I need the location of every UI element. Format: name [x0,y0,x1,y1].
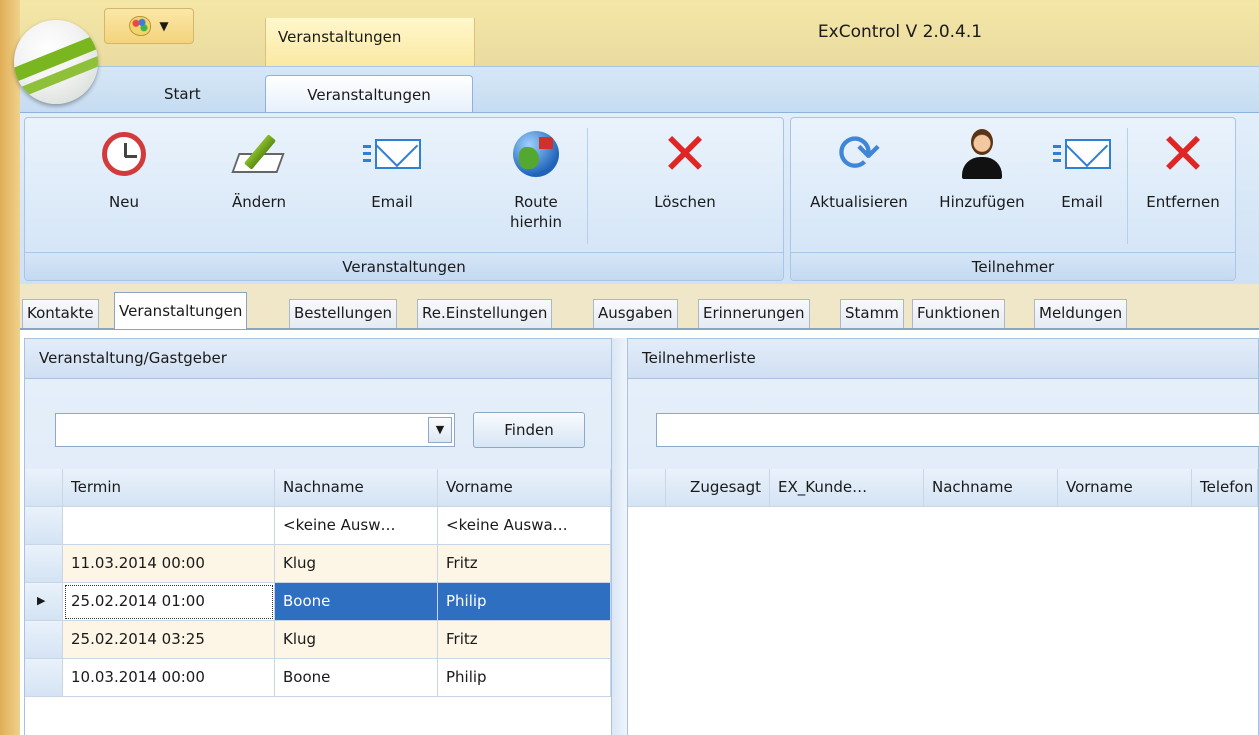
refresh-participants-button[interactable]: ⟳ Aktualisieren [797,128,921,212]
context-tab-header: Veranstaltungen [265,18,475,66]
window-left-border [0,0,20,735]
palette-icon [129,16,152,36]
tab-stamm[interactable]: Stamm [840,299,904,329]
tab-bestellungen[interactable]: Bestellungen [289,299,398,329]
person-add-icon [962,129,1002,179]
ribbon-group-veranstaltungen: Neu Ändern Email Route hierhin ✕ Löschen… [24,117,784,281]
cell-vorname[interactable]: Philip [438,583,611,621]
row-selector[interactable] [25,507,63,545]
ribbon-tab-veranstaltungen[interactable]: Veranstaltungen [265,75,473,113]
refresh-icon: ⟳ [837,124,881,184]
filter-cell-termin[interactable] [63,507,275,545]
cell-termin[interactable]: 10.03.2014 00:00 [63,659,275,697]
filter-cell-vorname[interactable]: <keine Auswa… [438,507,611,545]
delete-icon: ✕ [660,120,710,188]
delete-event-button[interactable]: ✕ Löschen [635,120,735,212]
cell-termin[interactable]: 25.02.2014 03:25 [63,621,275,659]
quick-access-toolbar[interactable]: ▼ [104,8,194,44]
cell-vorname[interactable]: Fritz [438,621,611,659]
add-participant-button[interactable]: Hinzufügen [927,128,1037,212]
ribbon-group-label: Teilnehmer [791,252,1235,280]
column-header-ex-kunde[interactable]: EX_Kunde… [770,469,924,507]
participant-panel: Teilnehmerliste Zugesagt EX_Kunde… Nachn… [627,338,1259,735]
ribbon-separator [587,128,588,244]
cell-termin[interactable]: 11.03.2014 00:00 [63,545,275,583]
chevron-down-icon[interactable]: ▼ [159,19,168,33]
ribbon-tab-start[interactable]: Start [142,75,223,113]
cell-termin[interactable]: 25.02.2014 01:00 [63,583,275,621]
column-header-nachname[interactable]: Nachname [924,469,1058,507]
row-selector[interactable] [25,621,63,659]
tab-re-einstellungen[interactable]: Re.Einstellungen [417,299,553,329]
route-here-button[interactable]: Route hierhin [491,128,581,232]
tab-content: Veranstaltung/Gastgeber ▼ Finden Termin … [20,330,1259,735]
panel-splitter[interactable] [612,338,627,735]
column-header-telefon[interactable]: Telefon [1192,469,1258,507]
window-title: ExControl V 2.0.4.1 [817,22,983,42]
tab-funktionen[interactable]: Funktionen [912,299,1005,329]
alarm-clock-icon [102,132,146,176]
tab-kontakte[interactable]: Kontakte [22,299,99,329]
cell-nachname[interactable]: Boone [275,659,438,697]
main-tab-strip: Kontakte Veranstaltungen Bestellungen Re… [20,289,1259,329]
row-header-corner [25,469,63,507]
remove-icon: ✕ [1158,120,1208,188]
event-panel-title: Veranstaltung/Gastgeber [25,339,611,379]
participant-panel-title: Teilnehmerliste [628,339,1258,379]
ribbon-tab-strip: Start Veranstaltungen [20,66,1259,113]
row-header-corner [628,469,666,507]
remove-participant-button[interactable]: ✕ Entfernen [1135,120,1231,212]
cell-nachname[interactable]: Boone [275,583,438,621]
email-participants-button[interactable]: Email [1047,128,1117,212]
chevron-down-icon[interactable]: ▼ [428,417,452,443]
current-row-indicator-icon[interactable]: ▶ [25,583,63,621]
tab-meldungen[interactable]: Meldungen [1034,299,1128,329]
tab-erinnerungen[interactable]: Erinnerungen [698,299,810,329]
ribbon-group-teilnehmer: ⟳ Aktualisieren Hinzufügen Email ✕ Entfe… [790,117,1236,281]
event-grid: Termin Nachname Vorname <keine Ausw… <ke… [25,469,611,735]
email-icon [363,139,421,169]
ribbon: Neu Ändern Email Route hierhin ✕ Löschen… [20,112,1259,284]
find-button[interactable]: Finden [473,412,585,448]
column-header-zugesagt[interactable]: Zugesagt [666,469,770,507]
tab-veranstaltungen[interactable]: Veranstaltungen [114,292,248,329]
participant-search-input[interactable] [656,413,1259,447]
cell-nachname[interactable]: Klug [275,621,438,659]
pencil-icon [231,131,285,177]
column-header-nachname[interactable]: Nachname [275,469,438,507]
tab-ausgaben[interactable]: Ausgaben [593,299,678,329]
cell-nachname[interactable]: Klug [275,545,438,583]
column-header-vorname[interactable]: Vorname [1058,469,1192,507]
globe-route-icon [513,131,559,177]
row-selector[interactable] [25,659,63,697]
edit-event-button[interactable]: Ändern [209,128,309,212]
row-selector[interactable] [25,545,63,583]
column-header-termin[interactable]: Termin [63,469,275,507]
participant-grid: Zugesagt EX_Kunde… Nachname Vorname Tele… [628,469,1258,735]
email-icon [1053,139,1111,169]
application-menu-button[interactable] [14,20,98,104]
new-event-button[interactable]: Neu [79,128,169,212]
column-header-vorname[interactable]: Vorname [438,469,611,507]
cell-vorname[interactable]: Philip [438,659,611,697]
ribbon-group-label: Veranstaltungen [25,252,783,280]
event-panel: Veranstaltung/Gastgeber ▼ Finden Termin … [24,338,612,735]
email-event-button[interactable]: Email [347,128,437,212]
cell-vorname[interactable]: Fritz [438,545,611,583]
filter-cell-nachname[interactable]: <keine Ausw… [275,507,438,545]
event-combo[interactable]: ▼ [55,413,455,447]
ribbon-separator [1127,128,1128,244]
